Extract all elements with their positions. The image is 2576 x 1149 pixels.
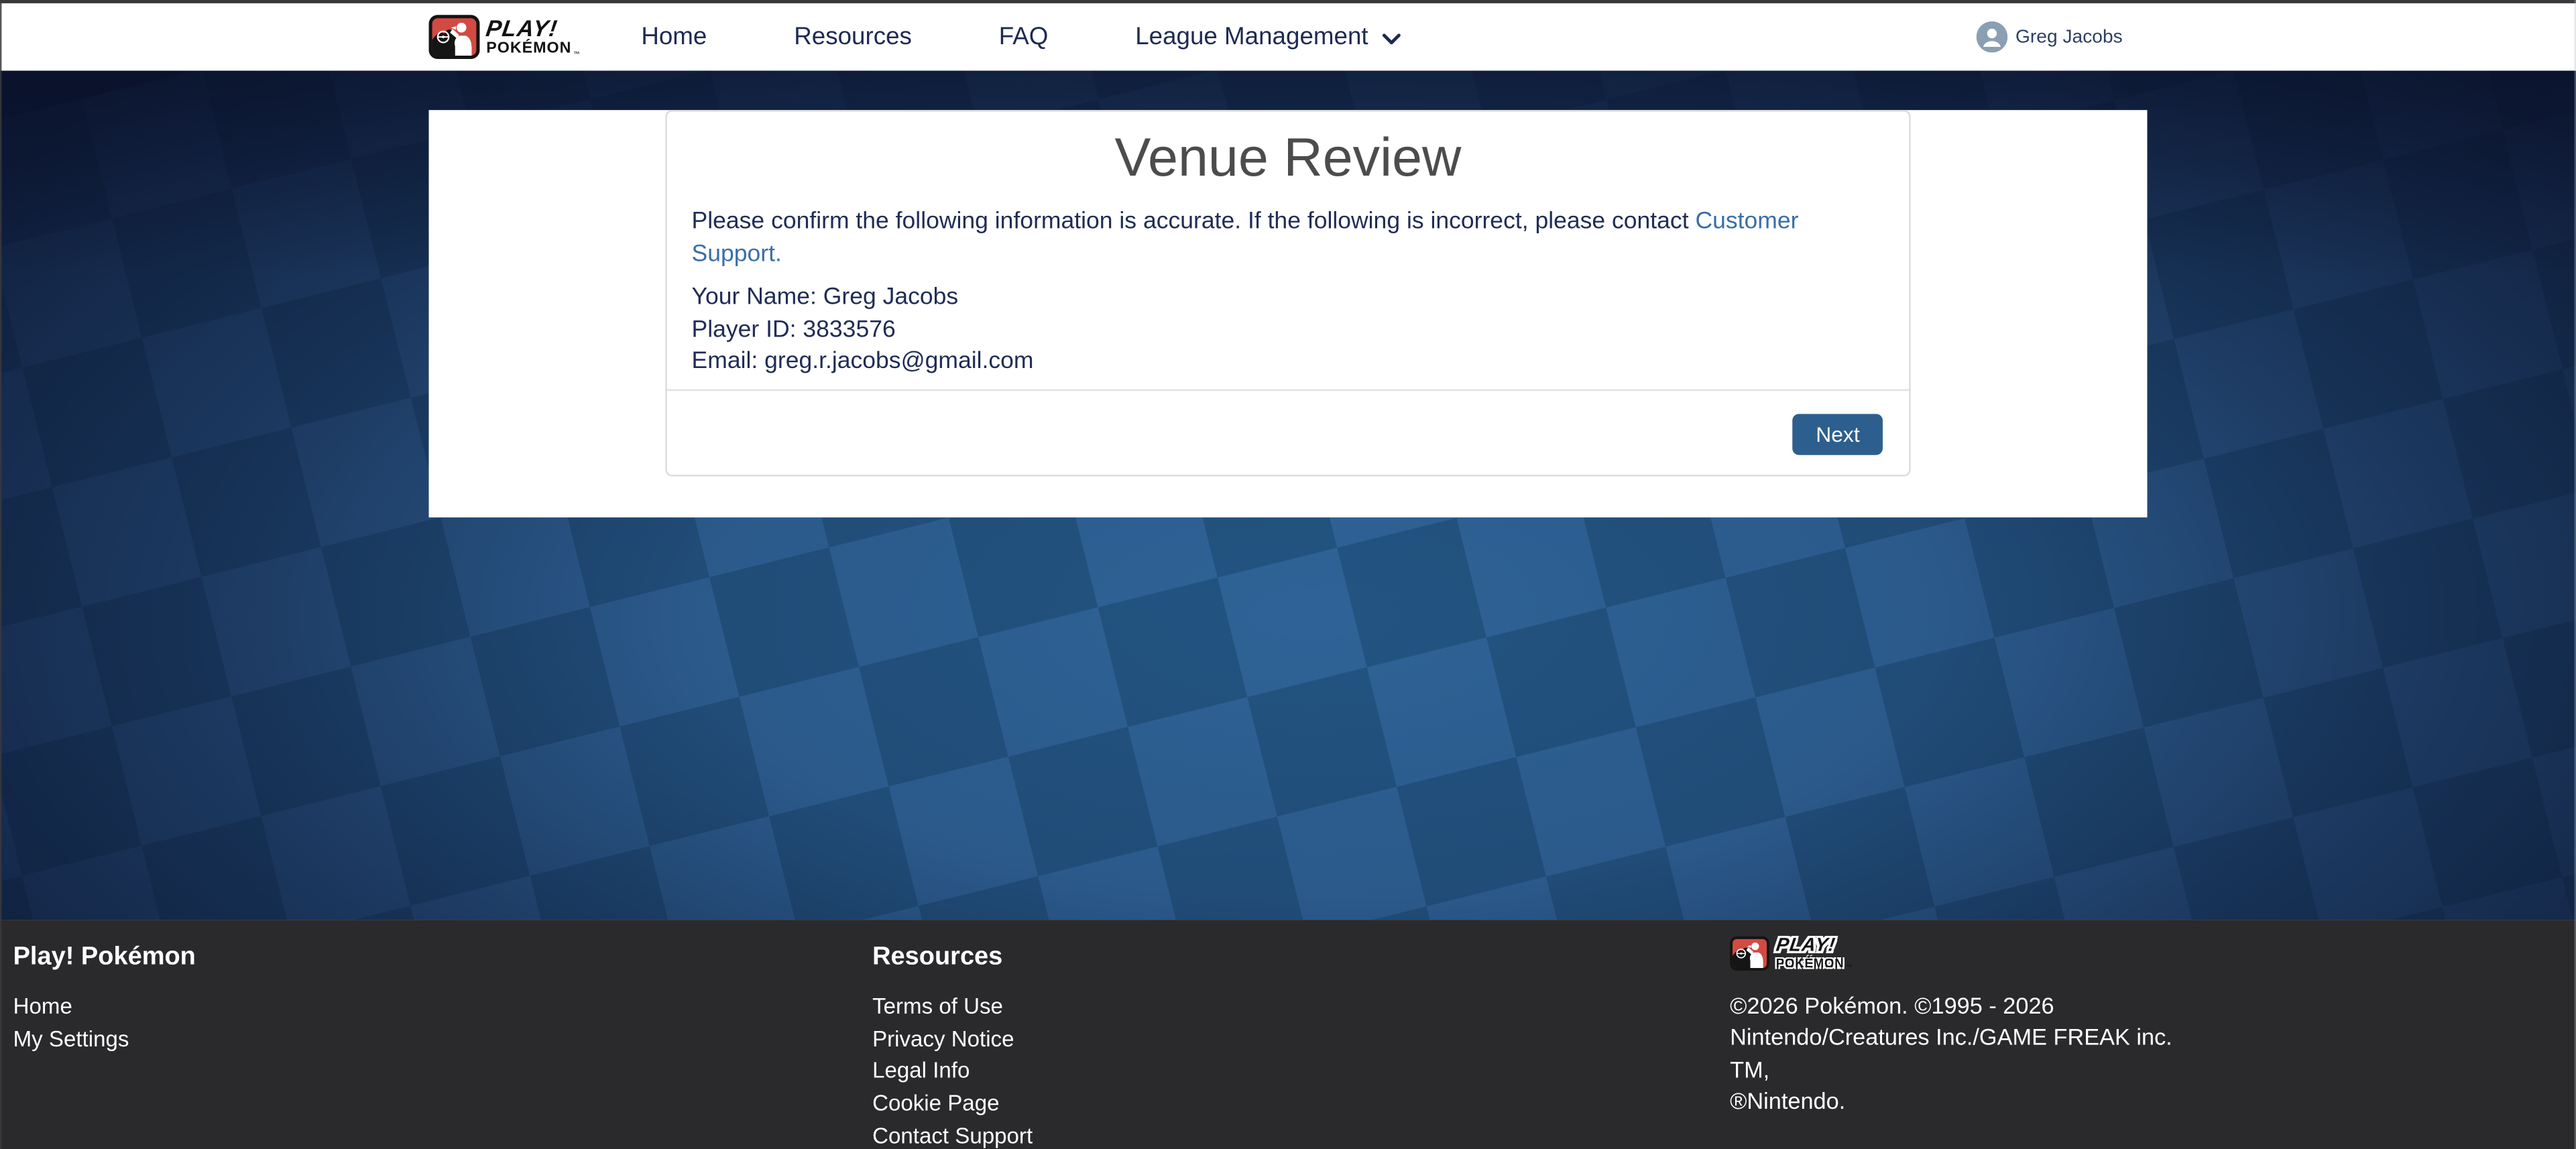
player-id-line: Player ID: 3833576 xyxy=(692,315,1885,347)
nav-link-home[interactable]: Home xyxy=(641,23,707,51)
main-content-area: Venue Review Please confirm the followin… xyxy=(0,70,2576,920)
footer-play-pokemon-logo-text: PLAY! POKÉMON™ xyxy=(1776,937,1853,970)
player-name-line: Your Name: Greg Jacobs xyxy=(692,282,1885,314)
footer-link-terms-of-use[interactable]: Terms of Use xyxy=(872,991,1730,1023)
footer-heading-play-pokemon: Play! Pokémon xyxy=(13,941,872,973)
site-footer: Play! Pokémon Home My Settings Resources… xyxy=(0,920,2576,1149)
trademark-symbol: ™ xyxy=(573,50,581,57)
footer-column-legal: PLAY! POKÉMON™ ©2026 Pokémon. ©1995 - 20… xyxy=(1730,920,2576,1149)
copyright-line-3: ®Nintendo. xyxy=(1730,1086,2207,1118)
logo-pokemon-text: POKÉMON™ xyxy=(486,42,580,57)
top-navbar: PLAY! POKÉMON™ Home Resources FAQ League… xyxy=(0,0,2576,70)
confirm-instructions: Please confirm the following information… xyxy=(692,205,1885,271)
nav-link-faq[interactable]: FAQ xyxy=(999,23,1049,51)
player-email-line: Email: greg.r.jacobs@gmail.com xyxy=(692,347,1885,379)
footer-column-resources: Resources Terms of Use Privacy Notice Le… xyxy=(872,920,1730,1149)
chevron-down-icon xyxy=(1381,32,1401,46)
confirm-instructions-text: Please confirm the following information… xyxy=(692,208,1696,235)
footer-links-play-pokemon: Home My Settings xyxy=(13,991,872,1056)
nav-link-resources[interactable]: Resources xyxy=(794,23,912,51)
copyright-notice: ©2026 Pokémon. ©1995 - 2026 Nintendo/Cre… xyxy=(1730,991,2207,1118)
play-pokemon-logo-text: PLAY! POKÉMON™ xyxy=(486,17,580,57)
footer-link-home[interactable]: Home xyxy=(13,991,872,1023)
footer-link-contact-support[interactable]: Contact Support xyxy=(872,1120,1730,1149)
copyright-line-2: Nintendo/Creatures Inc./GAME FREAK inc. … xyxy=(1730,1022,2207,1086)
footer-play-pokemon-logo-icon xyxy=(1730,931,1769,975)
navbar-inner: PLAY! POKÉMON™ Home Resources FAQ League… xyxy=(429,3,2148,70)
avatar-icon xyxy=(1976,21,2007,53)
window-frame-left xyxy=(0,0,1,1149)
nav-link-league-management[interactable]: League Management xyxy=(1135,23,1401,51)
footer-column-play-pokemon: Play! Pokémon Home My Settings xyxy=(13,920,872,1149)
main-nav: Home Resources FAQ League Management xyxy=(641,23,1401,51)
copyright-line-1: ©2026 Pokémon. ©1995 - 2026 xyxy=(1730,991,2207,1023)
window-frame-top xyxy=(0,0,2576,3)
page-title: Venue Review xyxy=(667,127,1909,189)
footer-links-resources: Terms of Use Privacy Notice Legal Info C… xyxy=(872,991,1730,1149)
footer-logo-play-text: PLAY! xyxy=(1775,937,1855,956)
user-menu[interactable]: Greg Jacobs xyxy=(1976,21,2123,53)
play-pokemon-logo[interactable]: PLAY! POKÉMON™ xyxy=(429,15,581,59)
footer-trademark-symbol: ™ xyxy=(1846,963,1853,970)
footer-play-pokemon-logo: PLAY! POKÉMON™ xyxy=(1730,931,2576,975)
panel-footer: Next xyxy=(667,389,1909,475)
footer-heading-resources: Resources xyxy=(872,941,1730,973)
logo-play-text: PLAY! xyxy=(485,17,582,40)
footer-link-my-settings[interactable]: My Settings xyxy=(13,1023,872,1055)
player-info: Your Name: Greg Jacobs Player ID: 383357… xyxy=(692,282,1885,379)
venue-review-panel: Venue Review Please confirm the followin… xyxy=(665,110,1910,476)
footer-logo-pokemon-text: POKÉMON™ xyxy=(1776,958,1853,970)
page-root: PLAY! POKÉMON™ Home Resources FAQ League… xyxy=(0,0,2576,1149)
content-card: Venue Review Please confirm the followin… xyxy=(429,110,2148,518)
next-button[interactable]: Next xyxy=(1793,414,1883,455)
play-pokemon-logo-icon xyxy=(429,15,480,59)
user-name: Greg Jacobs xyxy=(2015,27,2123,46)
footer-link-legal-info[interactable]: Legal Info xyxy=(872,1055,1730,1087)
footer-link-privacy-notice[interactable]: Privacy Notice xyxy=(872,1023,1730,1055)
footer-link-cookie-page[interactable]: Cookie Page xyxy=(872,1087,1730,1120)
